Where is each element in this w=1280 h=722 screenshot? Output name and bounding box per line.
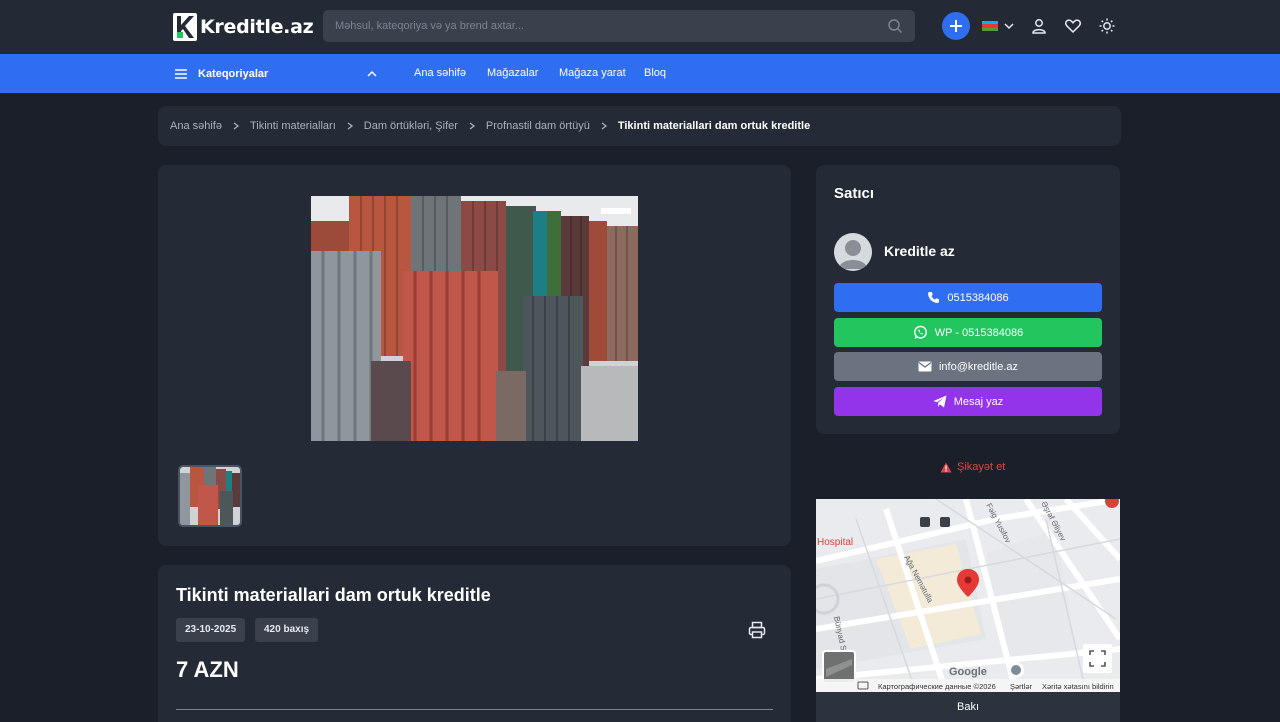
map-label-hospital: Hospital [817, 537, 853, 548]
breadcrumb-roofing[interactable]: Dam örtükləri, Şifer [364, 120, 458, 132]
email-button-label: info@kreditle.az [938, 360, 1019, 373]
user-icon[interactable] [1030, 17, 1048, 35]
product-gallery [158, 165, 791, 546]
logo-k-icon [173, 13, 197, 41]
product-main-image[interactable] [311, 196, 638, 441]
map-report-error-link[interactable]: Xəritə xətasını bildirin [1042, 682, 1114, 691]
top-header: Kreditle.az [0, 0, 1280, 54]
site-logo[interactable]: Kreditle.az [172, 11, 314, 43]
breadcrumb-current: Tikinti materiallari dam ortuk kreditle [617, 120, 811, 132]
nav-link-home[interactable]: Ana səhifə [414, 54, 466, 93]
categories-menu-button[interactable]: Kateqoriyalar [174, 54, 378, 93]
map-terms-link[interactable]: Şərtlər [1010, 682, 1033, 691]
send-plane-icon [933, 395, 947, 408]
product-thumbnail[interactable] [178, 465, 242, 527]
chevron-right-icon [347, 122, 353, 130]
chevron-right-icon [601, 122, 607, 130]
breadcrumb-profnastil[interactable]: Profnastil dam örtüyü [486, 120, 590, 132]
phone-icon [928, 292, 940, 303]
date-badge: 23-10-2025 [176, 618, 246, 642]
main-navbar: Kateqoriyalar Ana səhifə Mağazalar Mağaz… [0, 54, 1280, 93]
call-button[interactable]: 0515384086 [834, 283, 1102, 312]
nav-link-blog[interactable]: Bloq [644, 54, 666, 93]
seller-avatar [834, 233, 872, 271]
seller-heading: Satıcı [834, 185, 875, 202]
plus-icon [950, 20, 962, 32]
warning-icon [940, 462, 952, 472]
map-city-caption: Bakı [816, 692, 1120, 722]
categories-label: Kateqoriyalar [198, 67, 269, 80]
report-listing-label: Şikayət et [957, 461, 1006, 473]
chevron-right-icon [233, 122, 240, 130]
nav-link-create-store[interactable]: Mağaza yarat [559, 54, 626, 93]
email-button[interactable]: info@kreditle.az [834, 352, 1102, 381]
mail-icon [918, 361, 932, 372]
breadcrumb-construction[interactable]: Tikinti materialları [250, 120, 336, 132]
chevron-right-icon [469, 122, 475, 130]
chevron-down-icon [1004, 23, 1014, 30]
product-info-card: Tikinti materiallari dam ortuk kreditle … [158, 565, 791, 722]
map-canvas[interactable]: Hospital Ağa Nemətulla Fəig Yusifov Əşrə… [816, 499, 1120, 692]
printer-icon[interactable] [748, 621, 766, 639]
location-map[interactable]: Hospital Ağa Nemətulla Fəig Yusifov Əşrə… [816, 499, 1120, 692]
product-title: Tikinti materiallari dam ortuk kreditle [176, 585, 491, 605]
chevron-up-icon [367, 70, 377, 77]
breadcrumb-home[interactable]: Ana səhifə [170, 120, 222, 132]
search-bar [323, 10, 915, 42]
azerbaijan-flag-icon [982, 21, 998, 31]
seller-name[interactable]: Kreditle az [884, 243, 955, 259]
whatsapp-button[interactable]: WP - 0515384086 [834, 318, 1102, 347]
whatsapp-button-label: WP - 0515384086 [934, 326, 1024, 339]
search-icon[interactable] [887, 18, 903, 34]
search-input[interactable] [335, 10, 875, 42]
send-message-label: Mesaj yaz [953, 395, 1004, 408]
heart-icon[interactable] [1064, 17, 1082, 35]
call-button-label: 0515384086 [947, 291, 1009, 304]
add-listing-button[interactable] [942, 12, 970, 40]
product-price: 7 AZN [176, 657, 239, 682]
views-badge: 420 baxış [255, 618, 319, 642]
hamburger-menu-icon [175, 68, 187, 79]
breadcrumb: Ana səhifə Tikinti materialları Dam örtü… [158, 106, 1121, 146]
section-divider [176, 709, 773, 710]
send-message-button[interactable]: Mesaj yaz [834, 387, 1102, 416]
logo-text: Kreditle.az [200, 16, 314, 38]
report-listing-link[interactable]: Şikayət et [940, 459, 1005, 475]
nav-link-stores[interactable]: Mağazalar [487, 54, 538, 93]
language-selector[interactable] [982, 17, 1014, 35]
seller-card: Satıcı Kreditle az 0515384086 WP - 05153… [816, 165, 1120, 434]
map-data-attribution: Картографические данные ©2026 [878, 682, 996, 691]
google-logo: Google [949, 666, 987, 678]
whatsapp-icon [913, 325, 927, 339]
sun-theme-icon[interactable] [1098, 17, 1116, 35]
